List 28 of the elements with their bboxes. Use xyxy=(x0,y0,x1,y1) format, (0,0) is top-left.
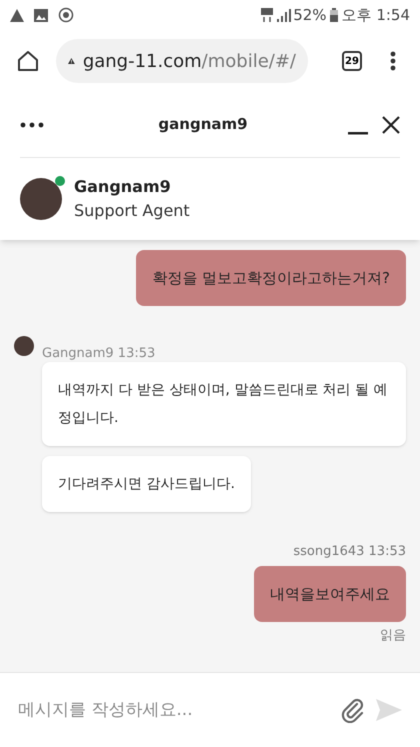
battery-percent: 52% xyxy=(293,4,327,26)
home-icon[interactable] xyxy=(16,49,40,73)
tab-count-button[interactable]: 29 xyxy=(342,51,362,71)
address-bar[interactable]: gang-11.com/mobile/#/ xyxy=(56,39,308,83)
read-receipt: 읽음 xyxy=(380,626,406,644)
sent-message: 확정을 멀보고확정이라고하는거져? xyxy=(136,250,406,306)
battery-icon xyxy=(330,8,338,22)
image-icon xyxy=(34,8,48,22)
close-icon[interactable] xyxy=(382,116,400,134)
received-message: 내역까지 다 받은 상태이며, 말씀드린대로 처리 될 예정입니다. xyxy=(42,362,406,446)
received-message: 기다려주시면 감사드립니다. xyxy=(42,456,251,512)
sender-time: Gangnam9 13:53 xyxy=(42,346,156,362)
sender-time: ssong1643 13:53 xyxy=(293,543,406,561)
more-icon[interactable] xyxy=(390,51,396,71)
message-input[interactable]: 메시지를 작성하세요... xyxy=(0,672,336,747)
url-host: gang-11.com xyxy=(82,50,202,74)
warning-icon xyxy=(10,8,24,22)
paperclip-icon[interactable] xyxy=(340,697,366,723)
clock-time: 오후 1:54 xyxy=(342,4,410,26)
agent-name: Gangnam9 xyxy=(74,176,172,198)
agent-role: Support Agent xyxy=(74,200,190,222)
url-path: /mobile/#/ xyxy=(202,50,296,74)
signal-icon xyxy=(277,8,292,22)
sent-message: 내역을보여주세요 xyxy=(254,566,406,622)
chat-title: gangnam9 xyxy=(157,114,249,136)
more-icon[interactable] xyxy=(20,122,44,128)
avatar xyxy=(20,178,62,220)
avatar xyxy=(14,336,34,356)
